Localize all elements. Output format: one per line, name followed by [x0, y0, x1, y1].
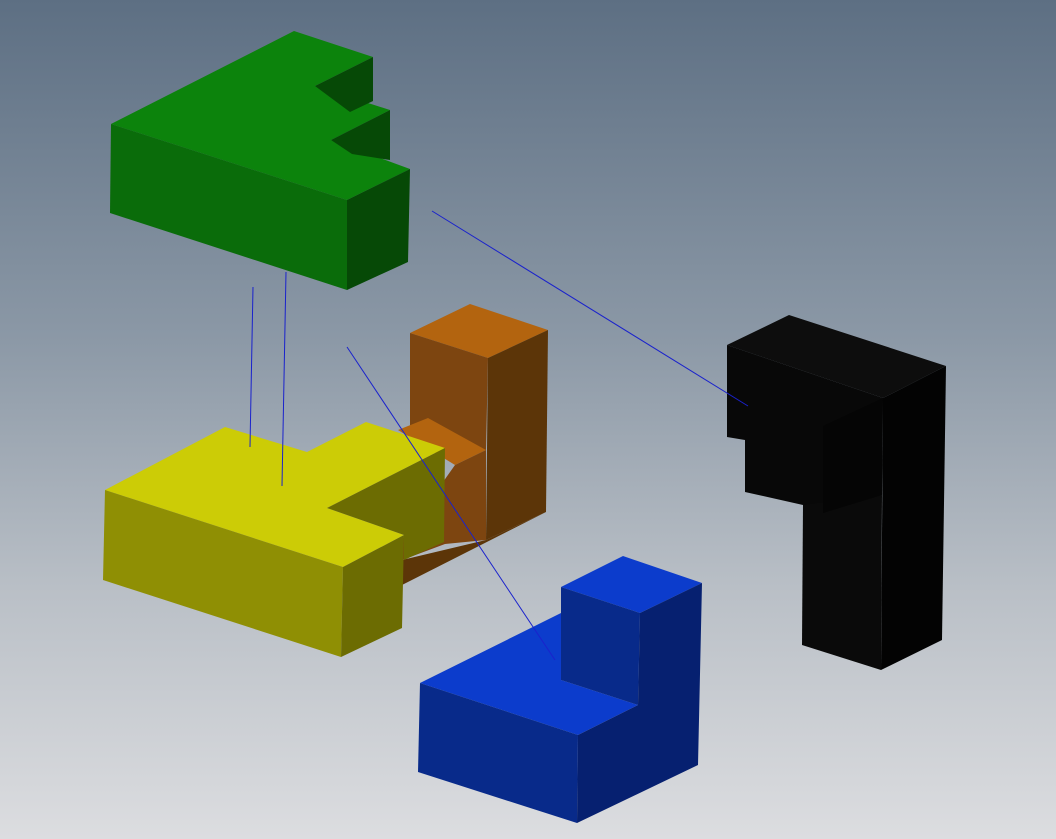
black-piece-side-face	[881, 366, 946, 670]
black-piece-leg-front	[802, 495, 882, 670]
green-piece[interactable]	[110, 31, 410, 290]
3d-viewport[interactable]	[0, 0, 1056, 839]
black-piece[interactable]	[727, 315, 946, 670]
orange-piece-side-face	[486, 330, 548, 540]
blue-piece[interactable]	[418, 556, 702, 823]
connector-line	[249, 286, 254, 448]
yellow-piece[interactable]	[103, 422, 445, 657]
puzzle-scene	[103, 31, 946, 823]
